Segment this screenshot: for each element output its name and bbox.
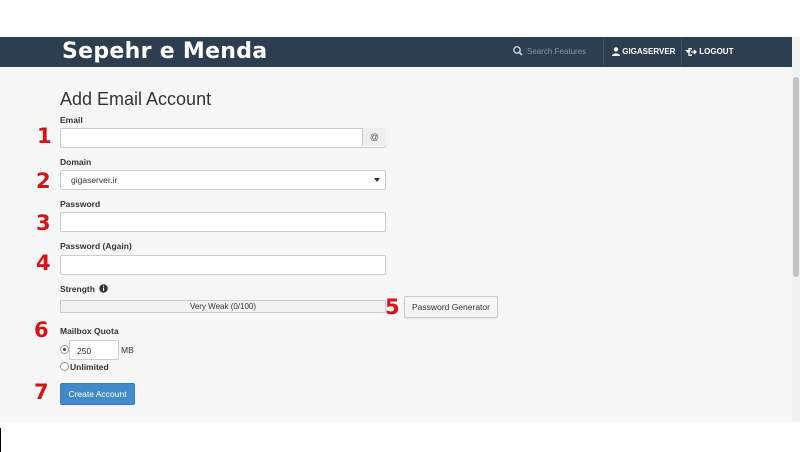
mailbox-quota-label: Mailbox Quota xyxy=(60,326,119,336)
password-again-field[interactable] xyxy=(60,255,386,275)
annotation-number: 7 xyxy=(34,380,49,404)
logout-icon xyxy=(688,48,697,56)
text-cursor xyxy=(0,428,1,452)
annotation-number: 3 xyxy=(36,211,51,235)
navbar-divider xyxy=(603,37,604,67)
user-icon xyxy=(612,47,620,57)
quota-unit: MB xyxy=(121,345,134,355)
strength-meter: Very Weak (0/100) xyxy=(60,300,386,313)
user-menu[interactable]: GIGASERVER xyxy=(612,37,691,67)
create-account-button[interactable]: Create Account xyxy=(60,383,135,405)
brand-logo[interactable]: Sepehr e Menda xyxy=(62,37,267,67)
logout-link[interactable]: LOGOUT xyxy=(688,37,733,67)
quota-unlimited-radio[interactable] xyxy=(60,362,69,371)
quota-field[interactable] xyxy=(69,340,119,360)
strength-text: Very Weak (0/100) xyxy=(189,302,257,311)
email-field[interactable] xyxy=(60,128,386,148)
password-again-input[interactable] xyxy=(61,257,385,275)
email-input[interactable] xyxy=(61,130,385,148)
search-icon xyxy=(513,46,523,56)
quota-custom-radio[interactable] xyxy=(60,345,69,354)
page-scrollbar[interactable] xyxy=(792,37,800,422)
info-icon[interactable] xyxy=(99,284,109,293)
password-field[interactable] xyxy=(60,212,386,232)
navbar-divider xyxy=(681,37,682,67)
password-input[interactable] xyxy=(61,214,385,232)
at-sign-addon: @ xyxy=(362,128,386,146)
user-name: GIGASERVER xyxy=(622,47,676,56)
top-navbar: Sepehr e Menda GIGASERVER LOGOUT xyxy=(0,37,792,67)
annotation-number: 1 xyxy=(37,124,52,148)
quota-input[interactable] xyxy=(70,342,118,360)
strength-label-row: Strength xyxy=(60,284,109,294)
scrollbar-thumb[interactable] xyxy=(793,77,799,277)
page-title: Add Email Account xyxy=(60,89,212,109)
domain-selected-value: gigaserver.ir xyxy=(71,175,118,185)
caret-down-icon xyxy=(374,178,380,182)
domain-select[interactable]: gigaserver.ir xyxy=(60,170,386,190)
password-again-label: Password (Again) xyxy=(60,241,132,251)
annotation-number: 2 xyxy=(36,169,51,193)
domain-label: Domain xyxy=(60,157,92,167)
password-generator-button[interactable]: Password Generator xyxy=(404,296,498,318)
search-input[interactable] xyxy=(524,43,608,59)
strength-label: Strength xyxy=(60,284,95,294)
annotation-number: 4 xyxy=(36,251,51,275)
annotation-number: 6 xyxy=(34,318,49,342)
email-label: Email xyxy=(60,115,83,125)
annotation-number: 5 xyxy=(385,295,400,319)
password-label: Password xyxy=(60,199,101,209)
unlimited-label: Unlimited xyxy=(70,362,109,372)
search-features[interactable] xyxy=(510,37,608,67)
logout-label: LOGOUT xyxy=(699,47,734,56)
